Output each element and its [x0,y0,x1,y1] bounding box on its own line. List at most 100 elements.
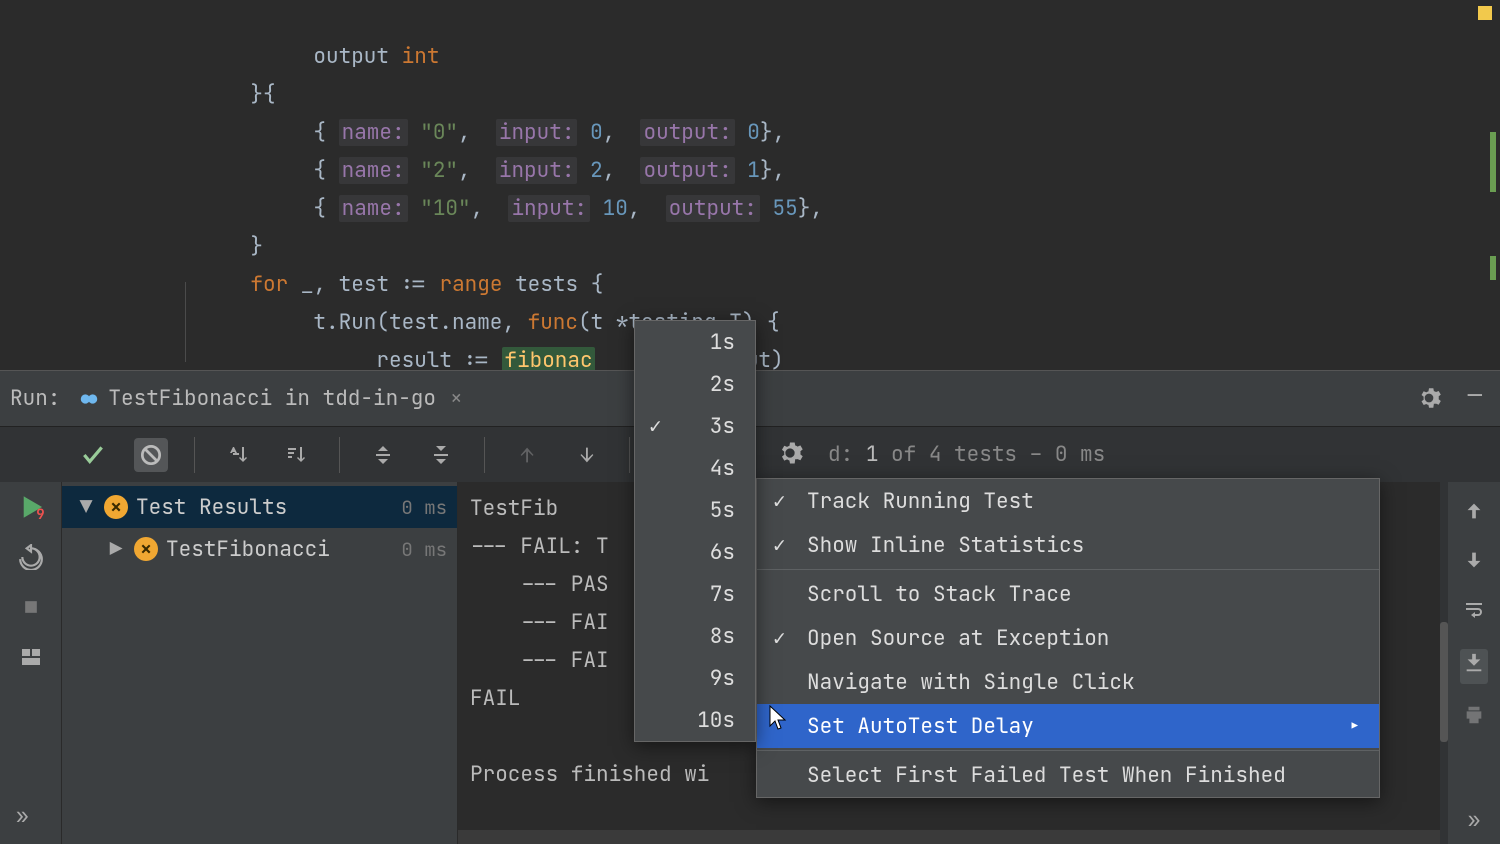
code-token: _ [301,271,314,298]
scroll-down-icon[interactable] [1463,549,1485,578]
gear-icon[interactable] [1416,385,1442,418]
submenu-arrow-icon: ▸ [1348,713,1361,740]
console-line: FAIL [470,685,520,712]
chevron-down-icon[interactable]: ▼ [76,494,96,521]
menu-item-label: Select First Failed Test When Finished [807,762,1286,789]
menu-item-label: Open Source at Exception [807,625,1109,652]
expand-all-button[interactable] [366,438,400,472]
chevron-right-icon[interactable]: ▶ [106,536,126,563]
delay-option[interactable]: 6s [635,531,755,573]
code-token: input: [496,119,578,146]
scroll-up-icon[interactable] [1463,500,1485,529]
rerun-button[interactable] [16,542,46,572]
code-token: input: [496,157,578,184]
autotest-delay-submenu[interactable]: 1s2s3s4s5s6s7s8s9s10s [634,320,756,742]
menu-item-label: Show Inline Statistics [807,532,1084,559]
run-label: Run: [10,385,60,412]
menu-select-first-failed[interactable]: Select First Failed Test When Finished [757,753,1379,797]
sort-duration-button[interactable] [279,438,313,472]
test-settings-menu[interactable]: Track Running Test Show Inline Statistic… [756,478,1380,798]
delay-option[interactable]: 5s [635,489,755,531]
code-token: name: [339,157,408,184]
menu-track-running[interactable]: Track Running Test [757,479,1379,523]
go-file-icon [78,388,100,410]
code-token: "10" [420,195,470,222]
menu-set-autotest-delay[interactable]: Set AutoTest Delay ▸ [757,704,1379,748]
collapse-all-button[interactable] [424,438,458,472]
menu-show-inline-stats[interactable]: Show Inline Statistics [757,523,1379,567]
delay-option[interactable]: 8s [635,615,755,657]
delay-option[interactable]: 1s [635,321,755,363]
test-tree[interactable]: ▼ ✕ Test Results 0 ms ▶ ✕ TestFibonacci … [62,482,458,844]
horizontal-scrollbar[interactable] [458,830,1440,844]
delay-option[interactable]: 7s [635,573,755,615]
menu-item-label: Set AutoTest Delay [807,713,1034,740]
vertical-scrollbar[interactable] [1440,482,1448,844]
menu-item-label: Scroll to Stack Trace [807,581,1072,608]
separator [194,437,195,473]
delay-option[interactable]: 10s [635,699,755,741]
indent-guide [185,282,186,362]
tree-root-label: Test Results [136,494,287,521]
tree-root-duration: 0 ms [401,495,447,520]
code-token: name: [339,195,408,222]
show-passed-toggle[interactable] [76,438,110,472]
menu-item-label: Track Running Test [807,488,1034,515]
code-token: for [250,271,288,298]
tree-child-row[interactable]: ▶ ✕ TestFibonacci 0 ms [62,528,457,570]
delay-option[interactable]: 2s [635,363,755,405]
sort-alpha-button[interactable] [221,438,255,472]
print-icon[interactable] [1463,704,1485,733]
code-token: "2" [420,157,458,184]
close-tab-icon[interactable]: × [450,385,463,412]
menu-item-label: Navigate with Single Click [807,669,1135,696]
menu-separator [757,569,1379,570]
separator [484,437,485,473]
menu-scroll-stack-trace[interactable]: Scroll to Stack Trace [757,572,1379,616]
tree-child-duration: 0 ms [401,537,447,562]
separator [629,437,630,473]
run-sidebar: 9 [0,426,62,844]
code-token: 0 [747,119,760,146]
code-token: 0 [590,119,603,146]
stop-button[interactable] [16,592,46,622]
code-token: input: [508,195,590,222]
delay-option[interactable]: 4s [635,447,755,489]
menu-separator [757,750,1379,751]
expand-right-icon[interactable]: » [1468,807,1481,834]
delay-option[interactable]: 9s [635,657,755,699]
summary-failed-count: 1 [866,441,879,468]
console-line: TestFib [470,495,558,522]
show-ignored-toggle[interactable] [134,438,168,472]
code-token: tests [515,271,578,298]
scrollbar-thumb[interactable] [1440,622,1448,742]
toggle-autotest-button[interactable]: 9 [16,492,46,522]
status-failed-icon: ✕ [104,495,128,519]
expand-left-icon[interactable]: » [16,803,29,830]
code-token: 1 [747,157,760,184]
menu-open-source[interactable]: Open Source at Exception [757,616,1379,660]
code-editor[interactable]: output int }{ { name: "0", input: 0, out… [0,0,1500,370]
code-token: output: [640,119,734,146]
code-token: int [402,43,440,70]
next-failed-button[interactable] [569,438,603,472]
console-line: --- FAI [470,609,609,636]
code-token: t.Run(test.name, [313,309,527,336]
test-settings-gear-icon[interactable] [776,439,804,474]
layout-button[interactable] [16,642,46,672]
hide-panel-icon[interactable]: — [1468,391,1482,401]
tests-summary: d: 1 of 4 tests – 0 ms [828,441,1105,468]
tree-child-label: TestFibonacci [166,536,330,563]
code-token: "0" [420,119,458,146]
menu-navigate-single-click[interactable]: Navigate with Single Click [757,660,1379,704]
tree-root-row[interactable]: ▼ ✕ Test Results 0 ms [62,486,457,528]
delay-option[interactable]: 3s [635,405,755,447]
separator [339,437,340,473]
code-token: 2 [590,157,603,184]
soft-wrap-icon[interactable] [1462,598,1486,629]
code-token: 10 [603,195,628,222]
console-line: Process finished wi [470,761,709,788]
prev-failed-button[interactable] [511,438,545,472]
scroll-to-end-icon[interactable] [1460,649,1488,684]
code-token: output: [640,157,734,184]
